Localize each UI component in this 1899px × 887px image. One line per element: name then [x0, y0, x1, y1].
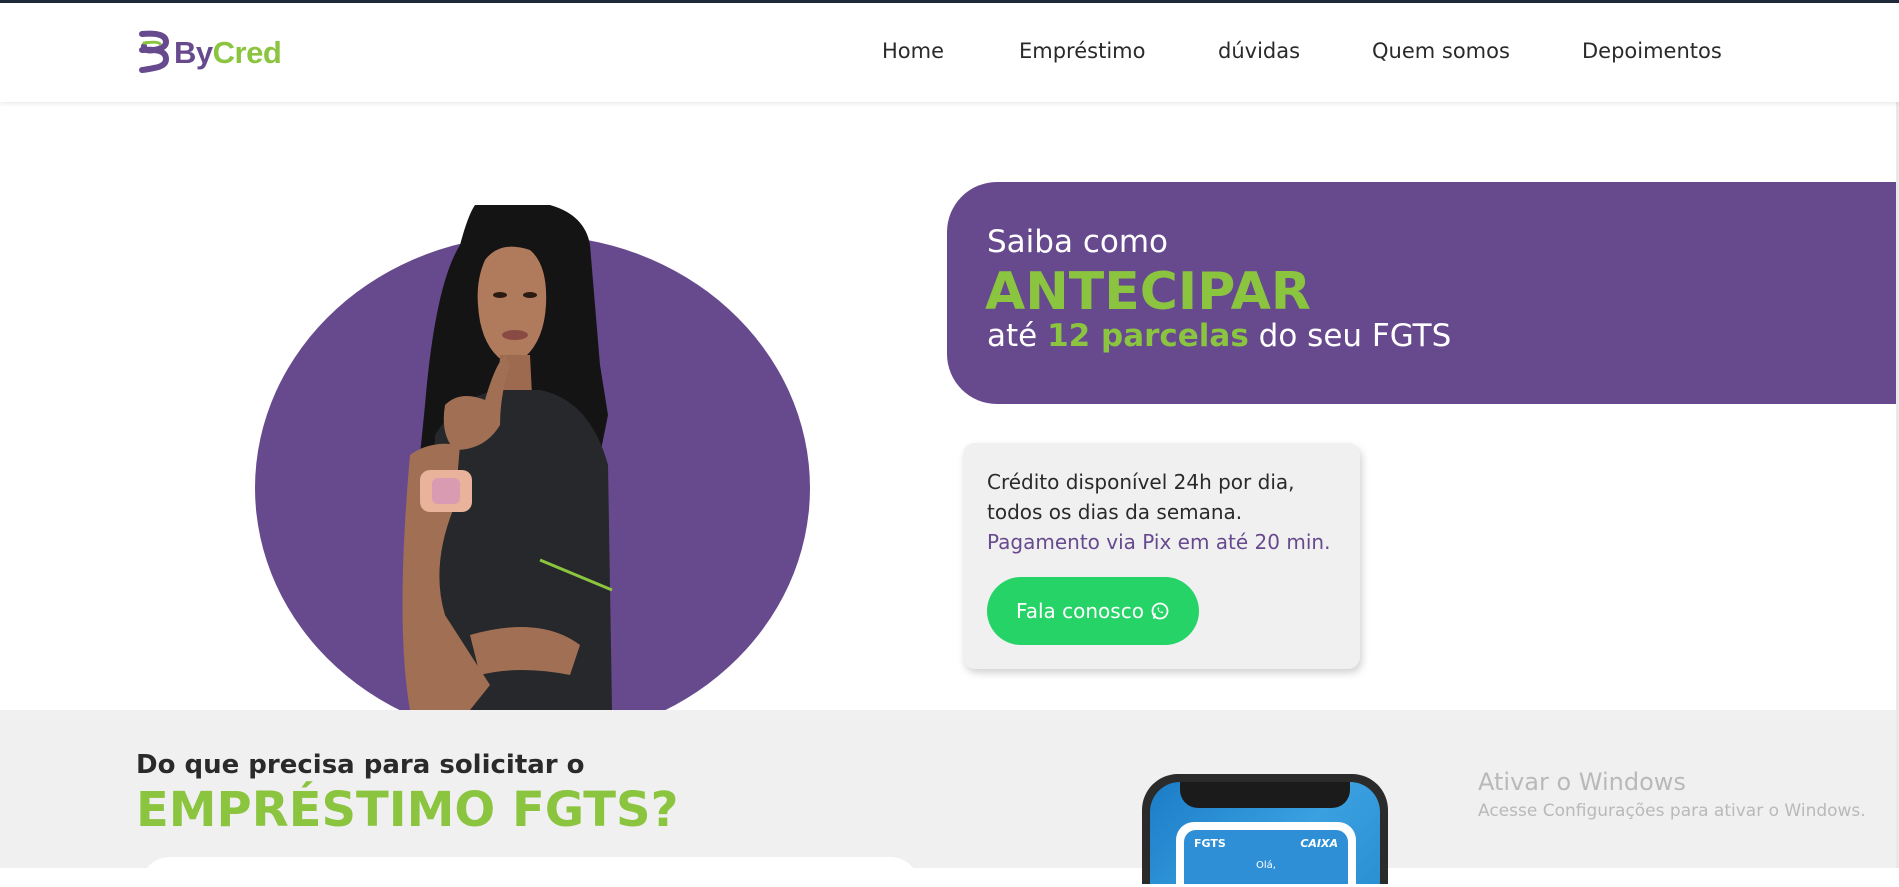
phone-notch: [1180, 782, 1350, 808]
fala-conosco-button[interactable]: Fala conosco: [987, 577, 1199, 645]
promo-headline: ANTECIPAR: [985, 262, 1311, 322]
nav-item-emprestimo[interactable]: Empréstimo: [1019, 39, 1145, 63]
promo-banner: Saiba como ANTECIPAR até 12 parcelas do …: [947, 182, 1899, 404]
info-days-text: todos os dias da semana.: [987, 500, 1243, 524]
info-pix-text: Pagamento via Pix em até 20 min.: [987, 530, 1331, 554]
nav-item-home[interactable]: Home: [882, 39, 944, 63]
main-nav: Home Empréstimo dúvidas Quem somos Depoi…: [0, 39, 1899, 69]
phone-fgts-label: FGTS: [1194, 837, 1226, 850]
whatsapp-icon: [1151, 602, 1169, 620]
nav-item-duvidas[interactable]: dúvidas: [1218, 39, 1300, 63]
phone-app-card: FGTS CAIXA Olá,: [1176, 822, 1356, 884]
windows-activation-subtitle: Acesse Configurações para ativar o Windo…: [1478, 801, 1866, 821]
nav-item-quem-somos[interactable]: Quem somos: [1372, 39, 1510, 63]
info-card: Crédito disponível 24h por dia, todos os…: [963, 443, 1360, 669]
windows-activation-title: Ativar o Windows: [1478, 768, 1686, 796]
requirements-intro: Do que precisa para solicitar o: [136, 750, 585, 780]
hero-person-photo: [402, 205, 613, 710]
promo-highlight: 12 parcelas: [1047, 318, 1249, 354]
info-availability-text: Crédito disponível 24h por dia,: [987, 470, 1295, 494]
requirements-title: EMPRÉSTIMO FGTS?: [136, 782, 679, 838]
promo-subline: até 12 parcelas do seu FGTS: [987, 318, 1452, 354]
phone-caixa-label: CAIXA: [1300, 837, 1338, 850]
fala-conosco-label: Fala conosco: [1016, 599, 1144, 623]
requirements-card-edge: [140, 857, 920, 887]
phone-hello-text: Olá,: [1256, 860, 1276, 871]
phone-screen: FGTS CAIXA Olá,: [1150, 782, 1380, 884]
nav-item-depoimentos[interactable]: Depoimentos: [1582, 39, 1722, 63]
site-header: ByCred Home Empréstimo dúvidas Quem somo…: [0, 3, 1899, 102]
promo-intro-text: Saiba como: [987, 224, 1168, 260]
